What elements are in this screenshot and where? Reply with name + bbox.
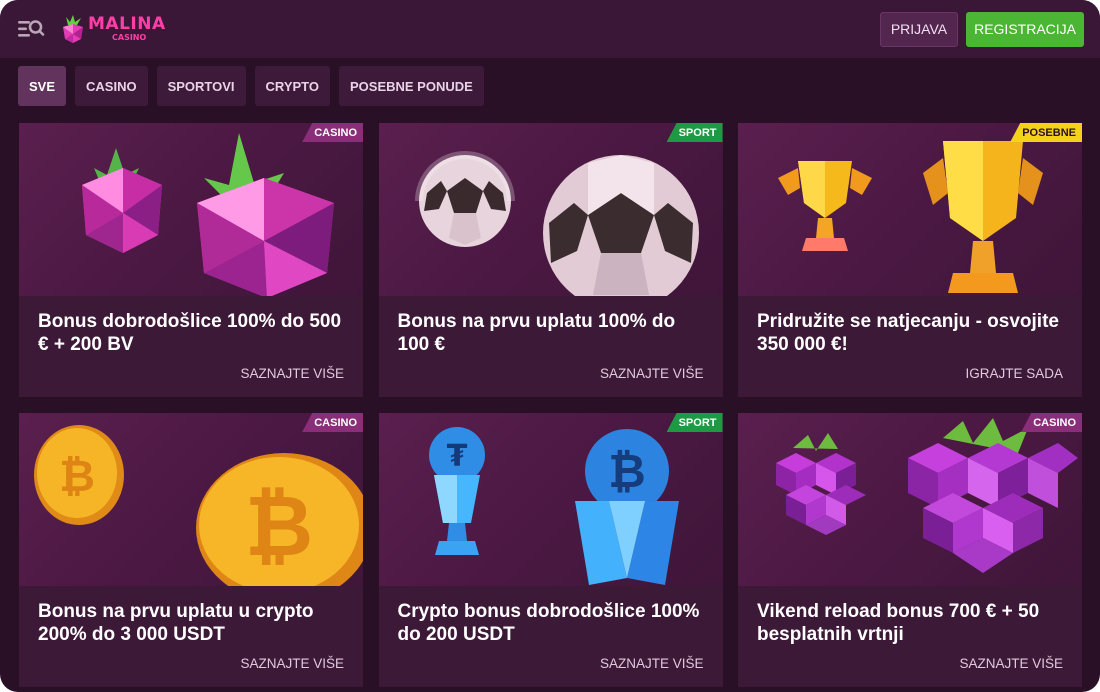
tab-sportovi[interactable]: SPORTOVI (156, 66, 246, 106)
tab-sve[interactable]: SVE (18, 66, 67, 106)
svg-text:₿: ₿ (59, 451, 95, 502)
promo-title: Pridružite se natjecanju - osvojite 350 … (757, 311, 1059, 355)
promo-image-grapes: CASINO (738, 413, 1082, 586)
svg-text:₮: ₮ (446, 439, 467, 474)
promo-title: Crypto bonus dobrodošlice 100% do 200 US… (397, 601, 700, 645)
learn-more-link[interactable]: SAZNAJTE VIŠE (240, 656, 344, 671)
play-now-link[interactable]: IGRAJTE SADA (965, 366, 1063, 381)
learn-more-link[interactable]: SAZNAJTE VIŠE (240, 366, 344, 381)
promo-card[interactable]: ₿ ₿ CASINO Bonus na prvu uplatu u crypto… (19, 413, 363, 687)
logo-wordmark: MALINA (88, 14, 166, 34)
logo-subtitle: CASINO (112, 33, 147, 42)
promo-image-raspberries: CASINO (19, 123, 363, 296)
category-tabs: SVE CASINO SPORTOVI CRYPTO POSEBNE PONUD… (18, 66, 484, 106)
promotions-grid: CASINO Bonus dobrodošlice 100% do 500 € … (19, 123, 1082, 687)
tab-crypto[interactable]: CRYPTO (254, 66, 330, 106)
login-button[interactable]: PRIJAVA (879, 11, 959, 47)
register-button[interactable]: REGISTRACIJA (966, 11, 1084, 47)
category-badge: POSEBNE (1010, 123, 1082, 142)
promo-card[interactable]: SPORT Bonus na prvu uplatu 100% do 100 €… (378, 123, 723, 397)
promo-card[interactable]: POSEBNE Pridružite se natjecanju - osvoj… (738, 123, 1082, 397)
category-badge: CASINO (1021, 413, 1082, 432)
promo-image-soccer-balls: SPORT (378, 123, 723, 296)
svg-text:₿: ₿ (245, 477, 313, 575)
promo-card[interactable]: ₮ ₿ SPORT Crypto bonus dobrodošlice 100%… (378, 413, 723, 687)
category-badge: CASINO (302, 413, 363, 432)
promo-card[interactable]: CASINO Bonus dobrodošlice 100% do 500 € … (19, 123, 363, 397)
promo-image-trophies: POSEBNE (738, 123, 1082, 296)
promo-title: Bonus dobrodošlice 100% do 500 € + 200 B… (38, 311, 342, 355)
tab-posebne-ponude[interactable]: POSEBNE PONUDE (339, 66, 484, 106)
tab-casino[interactable]: CASINO (75, 66, 148, 106)
svg-text:₿: ₿ (608, 444, 646, 498)
learn-more-link[interactable]: SAZNAJTE VIŠE (600, 366, 704, 381)
top-header: MALINA CASINO PRIJAVA REGISTRACIJA (0, 0, 1100, 58)
promo-image-crypto-trophies: ₮ ₿ SPORT (378, 413, 723, 586)
promo-card[interactable]: CASINO Vikend reload bonus 700 € + 50 be… (738, 413, 1082, 687)
raspberry-logo-icon (63, 15, 83, 43)
brand-logo[interactable]: MALINA CASINO (60, 9, 166, 49)
promo-title: Vikend reload bonus 700 € + 50 besplatni… (757, 601, 1040, 645)
promo-title: Bonus na prvu uplatu u crypto 200% do 3 … (38, 601, 314, 645)
category-badge: CASINO (302, 123, 363, 142)
promo-image-bitcoin-coins: ₿ ₿ CASINO (19, 413, 363, 586)
promo-title: Bonus na prvu uplatu 100% do 100 € (397, 311, 676, 355)
menu-search-icon[interactable] (16, 14, 46, 44)
learn-more-link[interactable]: SAZNAJTE VIŠE (959, 656, 1063, 671)
learn-more-link[interactable]: SAZNAJTE VIŠE (600, 656, 704, 671)
page-frame: MALINA CASINO PRIJAVA REGISTRACIJA SVE C… (0, 0, 1100, 692)
